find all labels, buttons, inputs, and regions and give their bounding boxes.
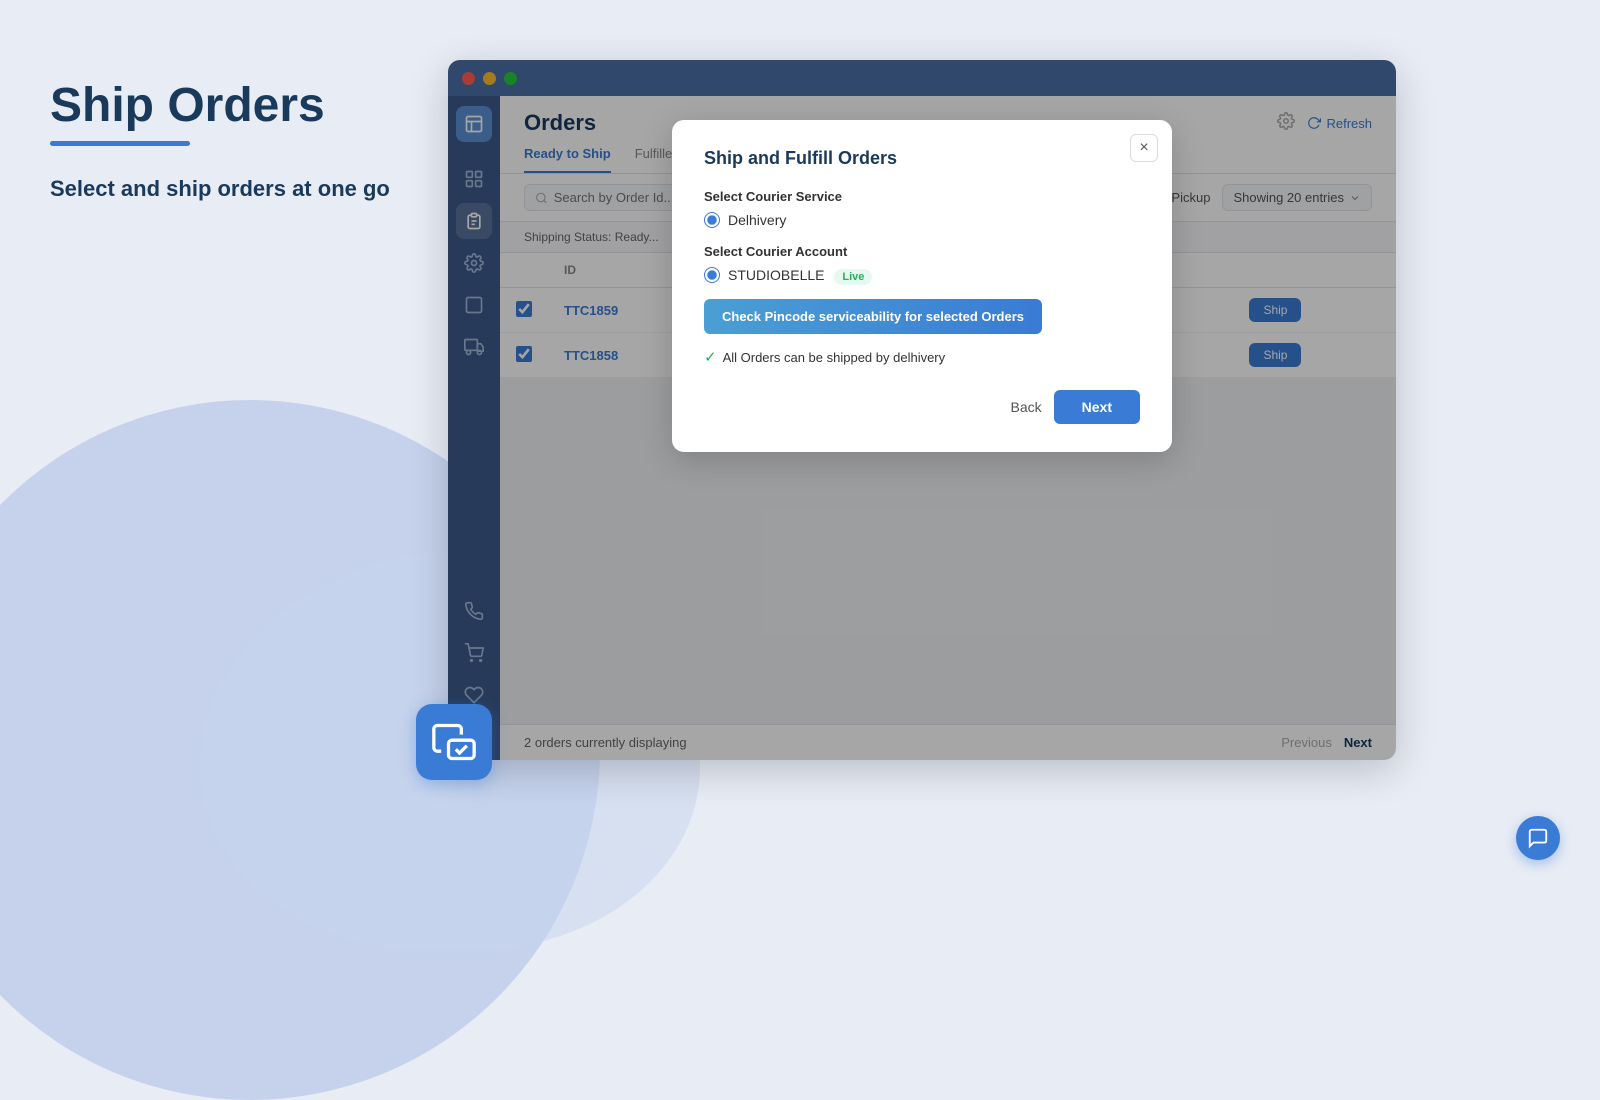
check-serviceability-button[interactable]: Check Pincode serviceability for selecte… bbox=[704, 299, 1042, 334]
subtitle: Select and ship orders at one go bbox=[50, 174, 390, 205]
account-label-studiobelle: STUDIOBELLE Live bbox=[728, 267, 872, 283]
ship-fulfill-modal: × Ship and Fulfill Orders Select Courier… bbox=[672, 120, 1172, 452]
live-badge: Live bbox=[834, 269, 872, 285]
courier-account-label: Select Courier Account bbox=[704, 244, 1140, 259]
success-checkmark: ✓ bbox=[704, 348, 717, 366]
courier-label-delhivery: Delhivery bbox=[728, 212, 786, 228]
left-panel: Ship Orders Select and ship orders at on… bbox=[0, 0, 440, 900]
modal-title: Ship and Fulfill Orders bbox=[704, 148, 1140, 169]
app-window: › Orders bbox=[448, 60, 1396, 760]
modal-actions: Back Next bbox=[704, 390, 1140, 424]
modal-close-button[interactable]: × bbox=[1130, 134, 1158, 162]
back-button[interactable]: Back bbox=[1011, 390, 1042, 424]
next-button[interactable]: Next bbox=[1054, 390, 1140, 424]
success-message: ✓ All Orders can be shipped by delhivery bbox=[704, 348, 1140, 366]
bottom-app-icon[interactable] bbox=[416, 704, 492, 780]
courier-radio-delhivery[interactable] bbox=[704, 212, 720, 228]
courier-service-label: Select Courier Service bbox=[704, 189, 1140, 204]
account-option-studiobelle: STUDIOBELLE Live bbox=[704, 267, 1140, 283]
courier-option-delhivery: Delhivery bbox=[704, 212, 1140, 228]
title-underline bbox=[50, 141, 190, 146]
account-radio-studiobelle[interactable] bbox=[704, 267, 720, 283]
modal-overlay: × Ship and Fulfill Orders Select Courier… bbox=[448, 60, 1396, 760]
chat-bubble-button[interactable] bbox=[1516, 816, 1560, 860]
page-title: Ship Orders bbox=[50, 80, 390, 133]
